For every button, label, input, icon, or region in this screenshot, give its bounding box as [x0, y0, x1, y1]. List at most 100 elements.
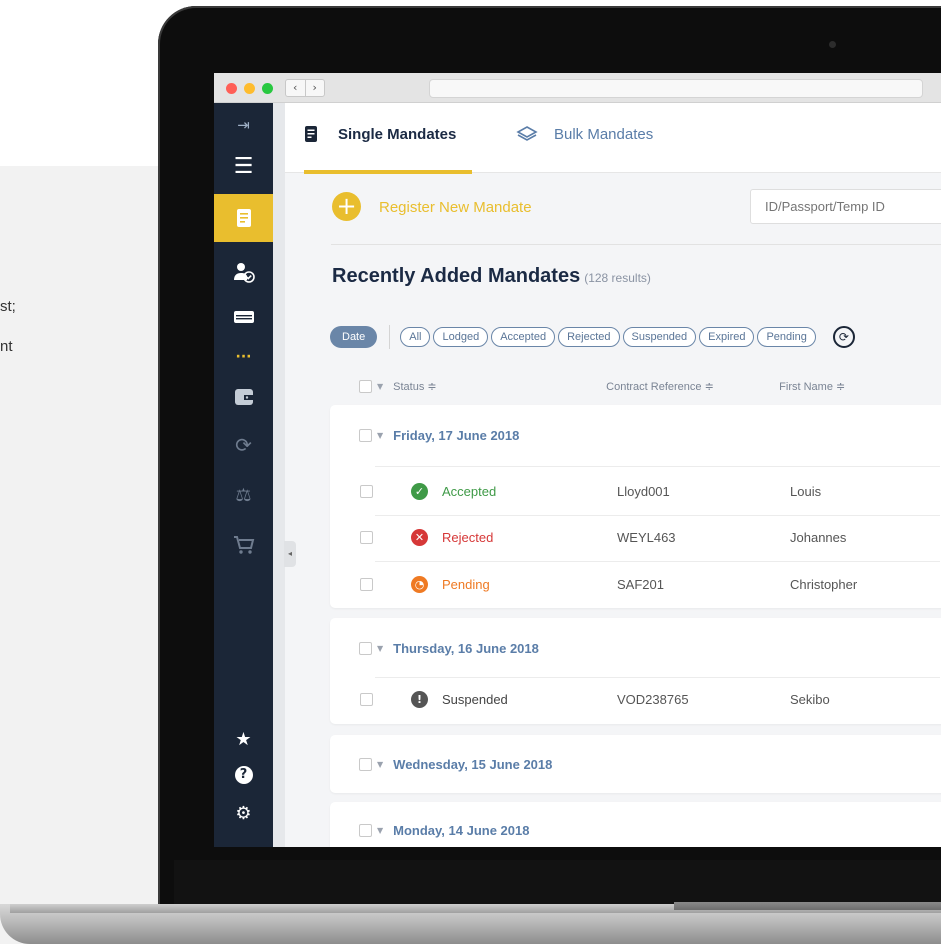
column-first-name[interactable]: First Name ≑ [779, 380, 845, 393]
close-window-icon[interactable] [226, 83, 237, 94]
sidebar-item-wallet[interactable] [214, 375, 273, 419]
table-row[interactable]: ! Suspended VOD238765 Sekibo [330, 677, 941, 723]
sidebar-item-devices[interactable] [214, 295, 273, 339]
filter-chip-pending[interactable]: Pending [757, 327, 816, 347]
group-header[interactable]: ▼ Monday, 14 June 2018 [359, 823, 529, 838]
main-content: Single Mandates Bulk Mandates + Register… [285, 103, 941, 847]
group-date: Friday, 17 June 2018 [393, 428, 520, 443]
help-icon: ? [234, 766, 253, 784]
check-icon: ✓ [411, 483, 428, 500]
contract-reference: WEYL463 [617, 530, 676, 545]
results-count: (128 results) [584, 271, 651, 285]
browser-nav-buttons: ‹ › [285, 79, 325, 97]
page-title-text: Recently Added Mandates [332, 265, 581, 287]
filter-chip-all[interactable]: All [400, 327, 431, 347]
group-card: ▼ Thursday, 16 June 2018 ! Suspended VOD… [330, 618, 941, 724]
table-row[interactable]: ◔ Pending SAF201 Christopher [330, 562, 941, 608]
exclamation-icon: ! [411, 691, 428, 708]
chevron-down-icon[interactable]: ▼ [377, 431, 383, 440]
filter-divider [389, 325, 391, 349]
column-status[interactable]: Status ≑ [393, 380, 606, 393]
refresh-icon[interactable]: ⟳ [832, 326, 855, 348]
select-all-checkbox[interactable] [359, 380, 372, 393]
card-reader-icon [233, 311, 254, 323]
first-name: Johannes [790, 530, 847, 545]
row-checkbox[interactable] [360, 693, 373, 706]
date-filter-chip[interactable]: Date [330, 326, 378, 348]
group-card: ▼ Wednesday, 15 June 2018 [330, 735, 941, 793]
sidebar-item-users[interactable] [214, 250, 273, 294]
login-arrow-icon[interactable]: ⇥ [214, 103, 273, 147]
more-dots-icon[interactable]: ··· [214, 335, 273, 379]
divider [331, 244, 941, 245]
group-date: Wednesday, 15 June 2018 [393, 757, 553, 772]
add-mandate-icon[interactable]: + [332, 192, 361, 221]
group-card: ▼ Monday, 14 June 2018 [330, 802, 941, 847]
tab-bar: Single Mandates Bulk Mandates [285, 103, 941, 174]
row-checkbox[interactable] [360, 578, 373, 591]
scales-icon[interactable]: ⚖ [214, 473, 273, 517]
clock-icon: ◔ [411, 576, 428, 593]
cropped-text-line-1: st; [0, 298, 16, 315]
tab-single-mandates[interactable]: Single Mandates [304, 125, 456, 143]
browser-titlebar: ‹ › [214, 73, 941, 103]
chevron-down-icon[interactable]: ▼ [377, 760, 383, 769]
first-name: Christopher [790, 577, 858, 592]
group-date: Thursday, 16 June 2018 [393, 641, 539, 656]
row-checkbox[interactable] [360, 531, 373, 544]
sync-icon[interactable]: ⟳ [214, 423, 273, 467]
status-label: Rejected [442, 530, 494, 545]
tab-bulk-label: Bulk Mandates [554, 125, 654, 143]
layers-icon [516, 126, 538, 141]
status-label: Pending [442, 577, 490, 592]
group-checkbox[interactable] [359, 642, 372, 655]
row-checkbox[interactable] [360, 485, 373, 498]
group-header[interactable]: ▼ Thursday, 16 June 2018 [359, 641, 539, 656]
chevron-down-icon[interactable]: ▼ [377, 644, 383, 653]
sidebar: ⇥ ☰ ··· ⟳ ⚖ ★ ? ⚙ [214, 103, 273, 847]
cropped-text-line-2: nt [0, 338, 13, 355]
chevron-down-icon[interactable]: ▼ [377, 382, 383, 391]
id-search-input[interactable] [750, 189, 941, 224]
register-new-mandate-link[interactable]: Register New Mandate [379, 199, 532, 216]
minimize-window-icon[interactable] [244, 83, 255, 94]
close-icon: ✕ [411, 529, 428, 546]
camera-icon [829, 41, 836, 48]
group-header[interactable]: ▼ Friday, 17 June 2018 [359, 428, 519, 443]
chevron-down-icon[interactable]: ▼ [377, 826, 383, 835]
tab-bulk-mandates[interactable]: Bulk Mandates [516, 125, 653, 143]
group-card: ▼ Friday, 17 June 2018 ✓ Accepted Lloyd0… [330, 405, 941, 608]
table-header: ▼ Status ≑ Contract Reference ≑ First Na… [359, 380, 845, 393]
table-row[interactable]: ✕ Rejected WEYL463 Johannes [330, 515, 941, 561]
filter-chip-expired[interactable]: Expired [699, 327, 755, 347]
user-check-icon [233, 263, 255, 283]
group-checkbox[interactable] [359, 824, 372, 837]
status-label: Suspended [442, 692, 508, 707]
laptop-notch [674, 902, 941, 910]
group-checkbox[interactable] [359, 429, 372, 442]
group-checkbox[interactable] [359, 758, 372, 771]
filter-chip-lodged[interactable]: Lodged [433, 327, 489, 347]
status-label: Accepted [442, 484, 497, 499]
group-header[interactable]: ▼ Wednesday, 15 June 2018 [359, 757, 552, 772]
first-name: Louis [790, 484, 822, 499]
sidebar-item-cart[interactable] [214, 523, 273, 567]
app-screen: ‹ › ⇥ ☰ ··· ⟳ ⚖ ★ ? ⚙ ◂ Single Mandates … [214, 73, 941, 847]
forward-icon[interactable]: › [306, 80, 325, 96]
sidebar-item-mandates[interactable] [214, 194, 273, 242]
hamburger-menu-icon[interactable]: ☰ [214, 144, 273, 188]
document-icon [305, 126, 317, 142]
contract-reference: SAF201 [617, 577, 664, 592]
contract-reference: VOD238765 [617, 692, 689, 707]
url-bar[interactable] [429, 79, 923, 98]
settings-search-icon[interactable]: ⚙ [214, 791, 273, 835]
filter-chip-suspended[interactable]: Suspended [622, 327, 697, 347]
maximize-window-icon[interactable] [262, 83, 273, 94]
filter-chip-accepted[interactable]: Accepted [491, 327, 556, 347]
filter-chip-rejected[interactable]: Rejected [558, 327, 620, 347]
back-icon[interactable]: ‹ [286, 80, 306, 96]
tab-single-label: Single Mandates [338, 125, 457, 143]
column-contract-reference[interactable]: Contract Reference ≑ [606, 380, 779, 393]
table-row[interactable]: ✓ Accepted Lloyd001 Louis [330, 469, 941, 515]
filter-bar: Date All Lodged Accepted Rejected Suspen… [330, 325, 855, 349]
